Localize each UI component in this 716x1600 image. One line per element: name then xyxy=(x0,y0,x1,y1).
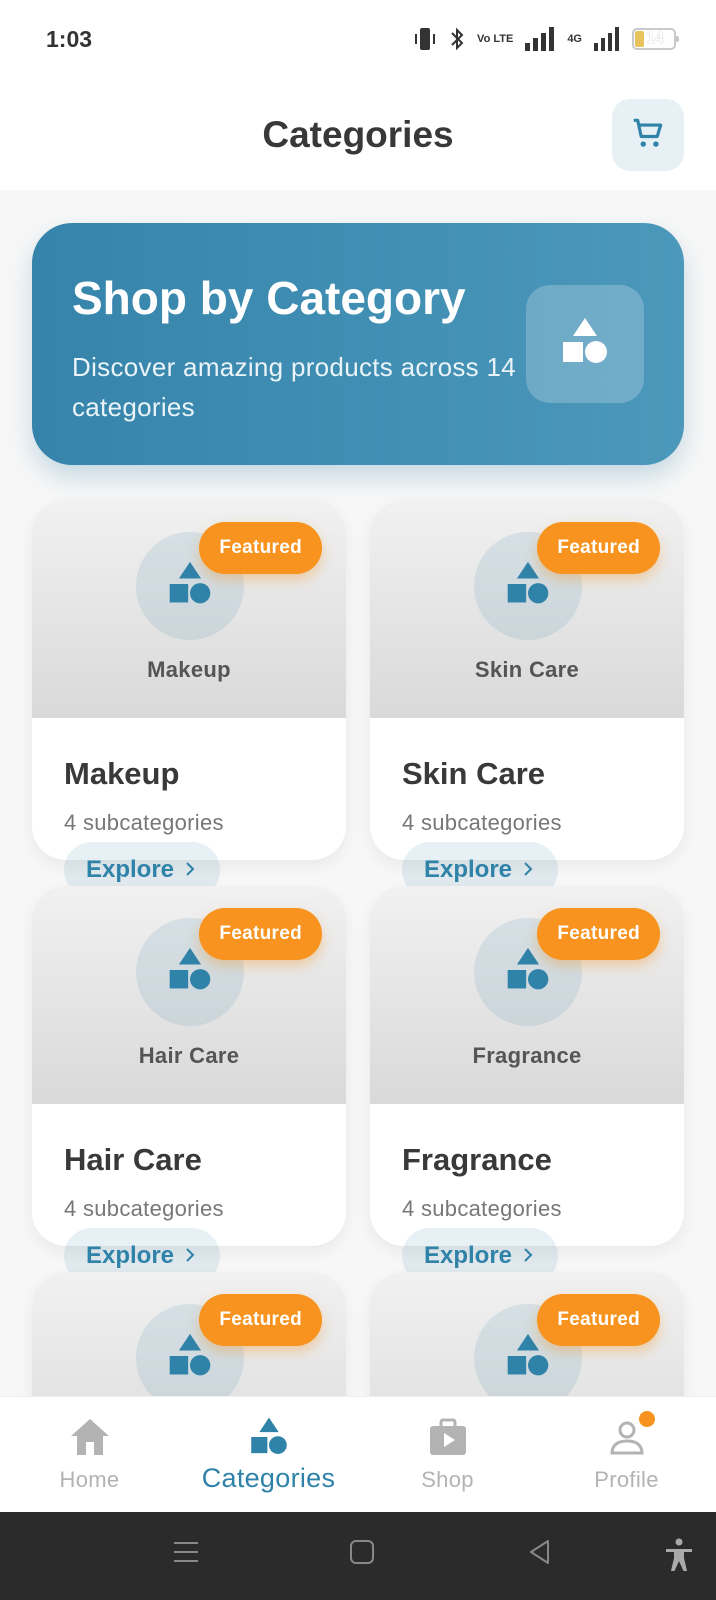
accessibility-icon[interactable] xyxy=(664,1538,694,1577)
explore-label: Explore xyxy=(85,856,175,883)
category-image-label: Hair Care xyxy=(138,1043,240,1068)
nav-home-label: Home xyxy=(59,1467,120,1492)
categories-content[interactable]: Shop by Category Discover amazing produc… xyxy=(0,190,716,1396)
category-card[interactable]: Hair Care Featured Hair Care 4 subcategorie… xyxy=(32,886,346,1284)
nav-categories-label: Categories xyxy=(201,1463,336,1493)
hero-icon-container xyxy=(526,285,644,403)
battery-icon: 14 xyxy=(632,28,679,50)
category-image-label: Skin Care xyxy=(474,657,580,682)
featured-badge: Featured xyxy=(537,1294,660,1346)
page-title: Categories xyxy=(262,114,454,155)
category-name: Fragrance xyxy=(402,1142,552,1177)
category-image: Featured xyxy=(370,1272,684,1396)
chevron-right-icon xyxy=(520,1242,536,1270)
nav-profile-label: Profile xyxy=(594,1467,659,1492)
category-subcount: 4 subcategories xyxy=(64,810,224,835)
cart-button[interactable] xyxy=(612,99,684,171)
category-card[interactable]: Fragrance Featured Fragrance 4 subcategorie… xyxy=(370,886,684,1284)
battery-level: 14 xyxy=(646,30,664,47)
category-image-label: Makeup xyxy=(147,657,231,682)
app-bar: Categories xyxy=(0,82,716,190)
category-card[interactable]: Featured xyxy=(32,1272,346,1396)
featured-badge: Featured xyxy=(199,908,322,960)
category-subcount: 4 subcategories xyxy=(402,1196,562,1221)
network-type-label: 4G xyxy=(567,33,582,45)
system-nav-bar xyxy=(0,1512,716,1600)
explore-label: Explore xyxy=(423,856,513,883)
featured-badge: Featured xyxy=(199,522,322,574)
category-subcount: 4 subcategories xyxy=(402,810,562,835)
featured-badge: Featured xyxy=(537,908,660,960)
category-subcount: 4 subcategories xyxy=(64,1196,224,1221)
featured-badge: Featured xyxy=(199,1294,322,1346)
chevron-right-icon xyxy=(182,856,198,884)
category-card[interactable]: Skin Care Featured Skin Care 4 subcategorie… xyxy=(370,500,684,898)
category-name: Hair Care xyxy=(64,1142,202,1177)
shop-bag-icon xyxy=(428,1415,468,1459)
category-image: Fragrance Featured xyxy=(370,886,684,1104)
nav-shop[interactable]: Shop xyxy=(358,1397,537,1513)
category-image: Featured xyxy=(32,1272,346,1396)
menu-icon[interactable] xyxy=(172,1538,200,1571)
home-square-icon[interactable] xyxy=(348,1538,376,1571)
category-card[interactable]: Makeup Featured Makeup 4 subcategories Explo… xyxy=(32,500,346,898)
category-image: Hair Care Featured xyxy=(32,886,346,1104)
chevron-right-icon xyxy=(520,856,536,884)
category-image: Skin Care Featured xyxy=(370,500,684,718)
hero-title: Shop by Category xyxy=(72,272,466,324)
status-icons: Vo LTE 4G 14 xyxy=(413,26,679,52)
hero-subtitle: Discover amazing products across 14 cate… xyxy=(72,352,517,422)
explore-label: Explore xyxy=(423,1242,513,1269)
home-icon xyxy=(69,1415,111,1459)
back-icon[interactable] xyxy=(526,1538,554,1571)
status-time: 1:03 xyxy=(46,26,93,52)
nav-profile[interactable]: Profile xyxy=(537,1397,716,1513)
nav-home[interactable]: Home xyxy=(0,1397,179,1513)
category-name: Makeup xyxy=(64,756,180,791)
profile-icon xyxy=(607,1411,655,1459)
category-name: Skin Care xyxy=(402,756,546,791)
shapes-icon xyxy=(559,316,611,373)
category-card[interactable]: Featured xyxy=(370,1272,684,1396)
cart-icon xyxy=(629,114,667,157)
explore-label: Explore xyxy=(85,1242,175,1269)
bluetooth-icon xyxy=(449,26,465,52)
category-image-label: Fragrance xyxy=(472,1043,582,1068)
chevron-right-icon xyxy=(182,1242,198,1270)
signal-4g-icon xyxy=(594,27,620,51)
featured-badge: Featured xyxy=(537,522,660,574)
hero-banner: Shop by Category Discover amazing produc… xyxy=(32,223,684,465)
shapes-icon xyxy=(248,1415,290,1459)
nav-shop-label: Shop xyxy=(421,1467,474,1492)
signal-icon xyxy=(525,27,555,51)
notification-dot xyxy=(638,1411,655,1427)
nav-categories[interactable]: Categories xyxy=(179,1397,358,1513)
volte-label: Vo LTE xyxy=(477,32,514,45)
bottom-nav: Home Categories Shop Profile xyxy=(0,1396,716,1512)
category-image: Makeup Featured xyxy=(32,500,346,718)
vibrate-icon xyxy=(413,26,437,52)
status-bar: 1:03 Vo LTE 4G 14 xyxy=(0,0,716,82)
